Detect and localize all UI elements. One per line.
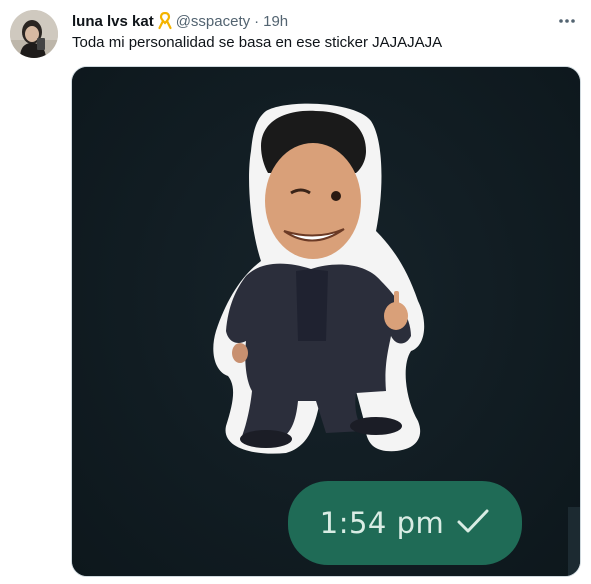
tweet-header: luna lvs kat @sspacety · 19h: [72, 11, 288, 31]
tweet-time[interactable]: 19h: [263, 13, 288, 30]
yellow-ribbon-icon: [158, 11, 172, 30]
tweet-text: Toda mi personalidad se basa en ese stic…: [72, 34, 443, 51]
avatar[interactable]: [10, 10, 58, 58]
message-bubble: 1:54 pm: [288, 481, 522, 565]
edge-shadow: [568, 507, 580, 576]
sticker-image: [213, 103, 425, 454]
user-handle[interactable]: @sspacety: [176, 13, 250, 30]
more-options-icon[interactable]: [556, 10, 578, 32]
message-time: 1:54 pm: [319, 506, 445, 540]
separator-dot: ·: [254, 12, 260, 30]
display-name[interactable]: luna lvs kat: [72, 13, 154, 30]
tweet: luna lvs kat @sspacety · 19h Toda mi per…: [0, 0, 591, 584]
checkmark-icon: [456, 507, 490, 540]
tweet-media[interactable]: 1:54 pm: [71, 66, 581, 577]
